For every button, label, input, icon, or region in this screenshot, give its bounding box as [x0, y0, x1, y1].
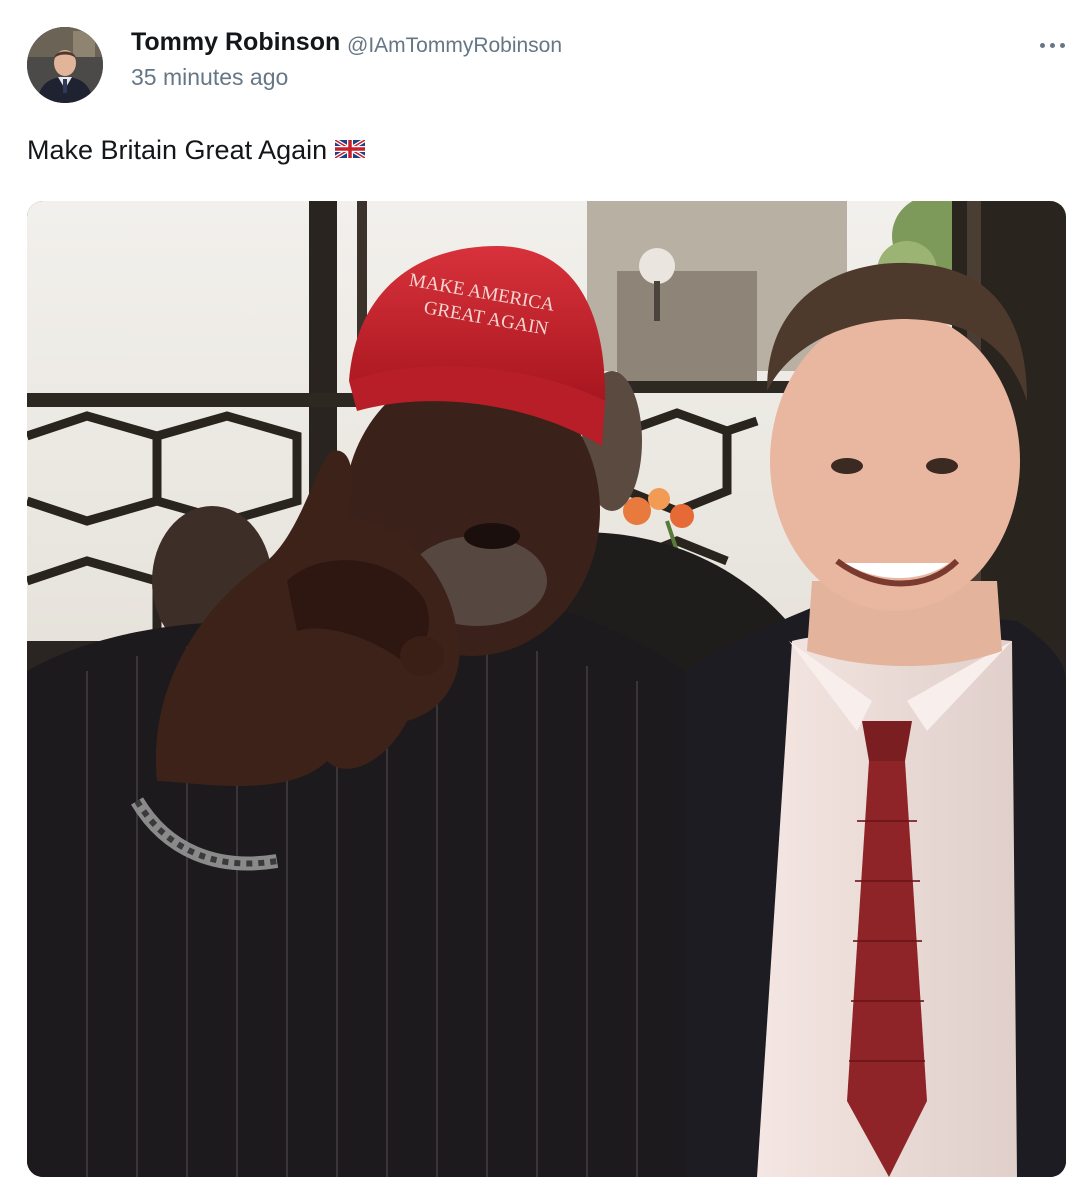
tweet-text: Make Britain Great Again — [27, 135, 366, 166]
more-dot — [1040, 43, 1045, 48]
tweet-card: Tommy Robinson @IAmTommyRobinson 35 minu… — [0, 0, 1083, 1200]
post-timestamp[interactable]: 35 minutes ago — [131, 64, 288, 91]
author-handle[interactable]: @IAmTommyRobinson — [347, 34, 562, 58]
author-display-name[interactable]: Tommy Robinson — [131, 28, 340, 57]
author-avatar[interactable] — [27, 27, 103, 103]
tweet-text-content: Make Britain Great Again — [27, 135, 328, 165]
photo-illustration: MAKE AMERICA GREAT AGAIN — [27, 201, 1066, 1177]
avatar-photo — [27, 27, 103, 103]
more-dot — [1050, 43, 1055, 48]
uk-flag-icon — [335, 139, 366, 158]
more-options-icon[interactable] — [1036, 34, 1070, 54]
tweet-photo[interactable]: MAKE AMERICA GREAT AGAIN — [27, 201, 1066, 1177]
more-dot — [1060, 43, 1065, 48]
